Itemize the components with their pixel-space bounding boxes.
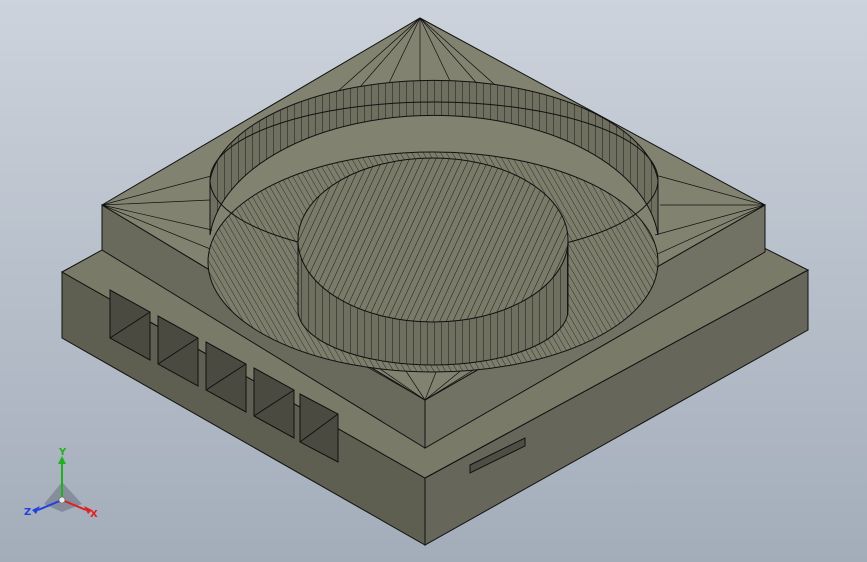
graphics-viewport[interactable]: Y X Z	[0, 0, 867, 562]
boss-top	[297, 157, 569, 323]
z-axis-label: Z	[24, 507, 31, 518]
view-orientation-triad: Y X Z	[24, 448, 98, 520]
triad-origin	[58, 496, 66, 504]
y-axis-label: Y	[58, 448, 67, 458]
x-axis-label: X	[90, 509, 98, 520]
3d-model[interactable]	[0, 0, 867, 562]
